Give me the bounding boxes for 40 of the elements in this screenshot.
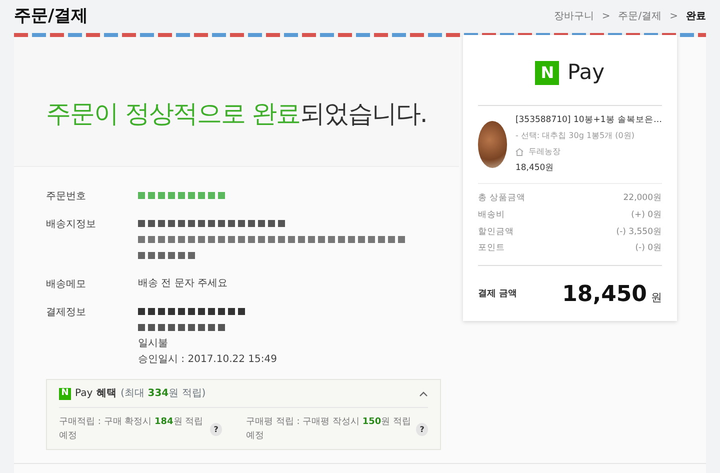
product-photo-placeholder [478,120,508,168]
field-value: 승인일시 : 2017.10.22 15:49 [138,353,277,366]
field-label: 결제정보 [46,306,87,320]
summary-label: 배송비 [478,208,505,222]
help-icon[interactable]: ? [416,423,428,436]
field-value: 일시불 [138,337,169,350]
product-name: [353588710] 10봉+1봉 솔복보은… [515,114,662,126]
breadcrumb-separator: > [670,10,678,24]
page-title: 주문/결제 [14,4,88,28]
breadcrumb-link[interactable]: 주문/결제 [618,9,662,24]
field-label: 배송메모 [46,278,87,292]
n-logo-icon: N [59,388,71,400]
pay-logo-text: Pay [567,59,605,86]
field-label: 배송지정보 [46,218,97,232]
product-price: 18,450원 [515,162,556,175]
total-label: 결제 금액 [478,288,518,301]
field-value: 배송 전 문자 주세요 [138,277,228,290]
pay-logo-text: Pay [75,387,93,401]
breadcrumb-link[interactable]: 장바구니 [554,9,594,24]
summary-value: (-) 0원 [635,242,662,255]
benefit-item: 구매적립 : 구매 확정시 184원 적립예정 [59,416,204,442]
total-amount: 18,450 [562,281,647,309]
summary-value: (-) 3,550원 [616,226,662,238]
field-label: 주문번호 [46,190,87,204]
store-icon [515,148,524,156]
summary-label: 포인트 [478,242,505,255]
collapse-chevron-icon[interactable] [419,390,428,396]
n-logo-icon: N [535,60,560,85]
benefit-item: 구매평 적립 : 구매평 작성시 150원 적립예정 [246,416,412,442]
summary-label: 할인금액 [478,226,514,238]
summary-label: 총 상품금액 [478,192,526,205]
benefit-summary: (최대 334원 적립) [120,387,206,401]
summary-value: 22,000원 [623,192,662,205]
currency-unit: 원 [651,290,662,306]
benefit-label: 혜택 [96,387,117,401]
product-option: - 선택: 대추칩 30g 1봉5개 (0원) [515,130,662,142]
breadcrumb-separator: > [602,10,610,24]
breadcrumb-link[interactable]: 완료 [686,9,706,24]
help-icon[interactable]: ? [210,423,222,436]
summary-value: (+) 0원 [631,208,662,222]
